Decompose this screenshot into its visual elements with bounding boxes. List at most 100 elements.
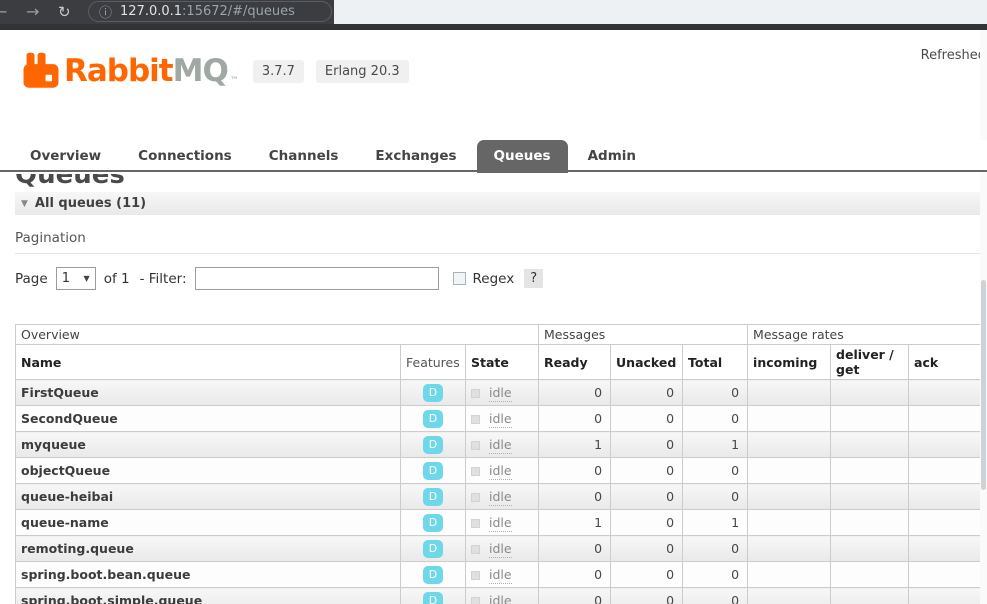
state-indicator-icon [471, 415, 480, 424]
features-cell: D [401, 484, 466, 510]
page-title-clipped: Queues [15, 174, 980, 189]
col-name[interactable]: Name [16, 345, 401, 380]
ack-cell [909, 510, 981, 536]
brand[interactable]: RabbitMQ ™ 3.7.7 Erlang 20.3 [22, 52, 421, 90]
feature-badge: D [423, 410, 443, 428]
queue-name-link[interactable]: spring.boot.bean.queue [16, 562, 401, 588]
total-cell: 0 [683, 458, 748, 484]
ready-cell: 0 [539, 484, 611, 510]
page-scrollbar[interactable] [980, 30, 987, 604]
table-row: queue-name D idle 1 0 1 [16, 510, 981, 536]
col-incoming[interactable]: incoming [748, 345, 831, 380]
features-cell: D [401, 562, 466, 588]
feature-badge: D [423, 462, 443, 480]
unacked-cell: 0 [611, 484, 683, 510]
state-label: idle [489, 593, 512, 604]
total-cell: 0 [683, 380, 748, 406]
total-cell: 1 [683, 510, 748, 536]
state-indicator-icon [471, 519, 480, 528]
incoming-cell [748, 406, 831, 432]
queue-name-link[interactable]: queue-name [16, 510, 401, 536]
deliver-get-cell [831, 458, 909, 484]
state-label: idle [489, 463, 512, 480]
queue-name-link[interactable]: objectQueue [16, 458, 401, 484]
state-label: idle [489, 411, 512, 428]
state-label: idle [489, 385, 512, 402]
table-row: myqueue D idle 1 0 1 [16, 432, 981, 458]
queues-table-wrap: Overview Messages Message rates Name Fea… [15, 324, 980, 604]
features-cell: D [401, 458, 466, 484]
ready-cell: 0 [539, 562, 611, 588]
ready-cell: 0 [539, 406, 611, 432]
help-button[interactable]: ? [524, 269, 543, 288]
nav-tab[interactable]: Admin [588, 140, 636, 173]
table-row: FirstQueue D idle 0 0 0 [16, 380, 981, 406]
trademark-symbol: ™ [230, 76, 239, 86]
state-cell: idle [466, 458, 539, 484]
state-cell: idle [466, 380, 539, 406]
incoming-cell [748, 536, 831, 562]
total-cell: 0 [683, 536, 748, 562]
back-icon[interactable]: ← [0, 1, 7, 23]
col-total[interactable]: Total [683, 345, 748, 380]
col-state[interactable]: State [466, 345, 539, 380]
ack-cell [909, 380, 981, 406]
deliver-get-cell [831, 484, 909, 510]
nav-tab[interactable]: Overview [30, 140, 101, 173]
queue-name-link[interactable]: queue-heibai [16, 484, 401, 510]
total-cell: 0 [683, 406, 748, 432]
feature-badge: D [423, 592, 443, 604]
queue-name-link[interactable]: SecondQueue [16, 406, 401, 432]
col-unacked[interactable]: Unacked [611, 345, 683, 380]
unacked-cell: 0 [611, 432, 683, 458]
forward-icon[interactable]: → [26, 1, 39, 23]
incoming-cell [748, 510, 831, 536]
pagination-controls: Page 1 ▼ of 1 - Filter: Regex ? [15, 267, 980, 290]
state-indicator-icon [471, 545, 480, 554]
nav-tab[interactable]: Queues [477, 140, 568, 173]
queue-name-link[interactable]: FirstQueue [16, 380, 401, 406]
incoming-cell [748, 484, 831, 510]
main-nav: Overview Connections Channels Exchanges Queu… [0, 140, 987, 172]
rabbitmq-logo-icon [22, 52, 60, 90]
refreshed-status: Refreshed [921, 48, 986, 63]
version-badge: 3.7.7 [253, 60, 304, 83]
page-select[interactable]: 1 ▼ [56, 267, 96, 290]
queue-name-link[interactable]: myqueue [16, 432, 401, 458]
queue-name-link[interactable]: spring.boot.simple.queue [16, 588, 401, 604]
nav-tab[interactable]: Connections [138, 140, 232, 173]
nav-tab[interactable]: Exchanges [375, 140, 456, 173]
page-label: Page [15, 271, 48, 287]
state-cell: idle [466, 432, 539, 458]
state-label: idle [489, 515, 512, 532]
regex-checkbox[interactable] [453, 272, 466, 285]
ready-cell: 1 [539, 432, 611, 458]
features-cell: D [401, 380, 466, 406]
state-indicator-icon [471, 467, 480, 476]
col-ack[interactable]: ack [909, 345, 981, 380]
page-title: Queues [15, 174, 980, 189]
collapse-triangle-icon[interactable]: ▼ [21, 199, 28, 209]
filter-input[interactable] [195, 267, 439, 290]
queue-name-link[interactable]: remoting.queue [16, 536, 401, 562]
scrollbar-thumb[interactable] [981, 280, 986, 490]
page-info-icon[interactable]: ⓘ [99, 2, 112, 21]
unacked-cell: 0 [611, 588, 683, 604]
state-cell: idle [466, 536, 539, 562]
nav-tab[interactable]: Channels [269, 140, 339, 173]
state-indicator-icon [471, 571, 480, 580]
table-row: remoting.queue D idle 0 0 0 [16, 536, 981, 562]
table-row: spring.boot.bean.queue D idle 0 0 0 [16, 562, 981, 588]
section-title: All queues (11) [35, 196, 146, 211]
reload-icon[interactable]: ↻ [58, 1, 71, 23]
feature-badge: D [423, 540, 443, 558]
all-queues-section-header[interactable]: ▼ All queues (11) [15, 192, 980, 215]
col-deliver-get[interactable]: deliver / get [831, 345, 909, 380]
ack-cell [909, 536, 981, 562]
browser-chrome: ← → ↻ ⓘ 127.0.0.1:15672/#/queues [0, 0, 987, 30]
feature-badge: D [423, 436, 443, 454]
rabbitmq-page: Refreshed RabbitMQ ™ 3.7.7 Erlang 20.3 O… [0, 30, 987, 604]
col-ready[interactable]: Ready [539, 345, 611, 380]
url-bar[interactable]: ⓘ 127.0.0.1:15672/#/queues [88, 1, 332, 22]
state-indicator-icon [471, 441, 480, 450]
